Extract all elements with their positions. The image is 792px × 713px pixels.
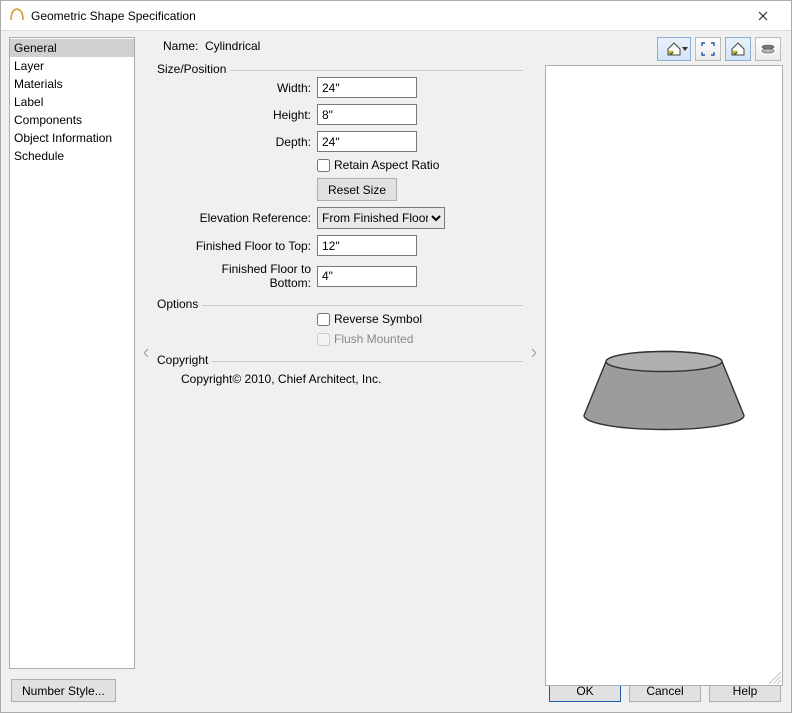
name-row: Name: Cylindrical [163, 39, 523, 53]
retain-aspect-checkbox[interactable] [317, 159, 330, 172]
reverse-symbol-checkbox[interactable] [317, 313, 330, 326]
fit-view-button[interactable] [695, 37, 721, 61]
options-legend: Options [157, 297, 202, 311]
sidebar-item-components[interactable]: Components [10, 111, 134, 129]
options-group: Options Reverse Symbol Flush Mounte [157, 305, 523, 352]
view-mode-dropdown[interactable] [657, 37, 691, 61]
reverse-symbol-label: Reverse Symbol [334, 312, 422, 326]
expand-icon [701, 42, 715, 56]
name-value: Cylindrical [205, 39, 260, 53]
flush-mounted-wrapper: Flush Mounted [317, 332, 413, 346]
category-sidebar: General Layer Materials Label Components… [9, 37, 135, 669]
name-label: Name: [163, 39, 205, 53]
shape-preview-icon [546, 66, 782, 685]
sidebar-item-object-information[interactable]: Object Information [10, 129, 134, 147]
sidebar-resize-handle[interactable] [143, 37, 149, 669]
copyright-legend: Copyright [157, 353, 212, 367]
depth-label: Depth: [185, 135, 317, 149]
number-style-button[interactable]: Number Style... [11, 679, 116, 702]
finished-floor-bottom-input[interactable] [317, 266, 417, 287]
preview-toolbar [545, 37, 783, 61]
sidebar-item-general[interactable]: General [10, 39, 134, 57]
flush-mounted-label: Flush Mounted [334, 332, 413, 346]
preview-viewport[interactable] [545, 65, 783, 686]
house-color-icon [730, 41, 746, 57]
elevation-reference-select[interactable]: From Finished Floor [317, 207, 445, 229]
depth-input[interactable] [317, 131, 417, 152]
sidebar-item-label[interactable]: Label [10, 93, 134, 111]
height-label: Height: [185, 108, 317, 122]
width-input[interactable] [317, 77, 417, 98]
retain-aspect-label: Retain Aspect Ratio [334, 158, 439, 172]
finished-floor-top-label: Finished Floor to Top: [185, 239, 317, 253]
app-icon [9, 6, 25, 25]
width-label: Width: [185, 81, 317, 95]
height-input[interactable] [317, 104, 417, 125]
finished-floor-bottom-label: Finished Floor to Bottom: [185, 262, 317, 290]
preview-column [545, 37, 783, 669]
layers-view-button[interactable] [755, 37, 781, 61]
reset-size-button[interactable]: Reset Size [317, 178, 397, 201]
chevron-down-icon [682, 47, 688, 51]
size-position-legend: Size/Position [157, 62, 230, 76]
close-icon [758, 11, 768, 21]
dialog-window: Geometric Shape Specification General La… [0, 0, 792, 713]
color-view-button[interactable] [725, 37, 751, 61]
sidebar-item-schedule[interactable]: Schedule [10, 147, 134, 165]
sidebar-item-materials[interactable]: Materials [10, 75, 134, 93]
preview-resize-handle[interactable] [531, 37, 537, 669]
layers-icon [760, 43, 776, 55]
house-check-icon [666, 41, 682, 57]
window-title: Geometric Shape Specification [31, 9, 743, 23]
sidebar-item-layer[interactable]: Layer [10, 57, 134, 75]
dialog-body: General Layer Materials Label Components… [1, 31, 791, 673]
size-position-group: Size/Position Width: Height: Depth: [157, 70, 523, 296]
title-bar: Geometric Shape Specification [1, 1, 791, 31]
elevation-reference-label: Elevation Reference: [185, 211, 317, 225]
flush-mounted-checkbox [317, 333, 330, 346]
resize-grip-icon[interactable] [769, 672, 781, 684]
close-button[interactable] [743, 2, 783, 30]
finished-floor-top-input[interactable] [317, 235, 417, 256]
copyright-group: Copyright Copyright© 2010, Chief Archite… [157, 361, 523, 386]
copyright-text: Copyright© 2010, Chief Architect, Inc. [157, 368, 523, 386]
reverse-symbol-wrapper[interactable]: Reverse Symbol [317, 312, 422, 326]
main-panel: Name: Cylindrical Size/Position Width: H… [157, 37, 523, 669]
retain-aspect-wrapper[interactable]: Retain Aspect Ratio [317, 158, 439, 172]
